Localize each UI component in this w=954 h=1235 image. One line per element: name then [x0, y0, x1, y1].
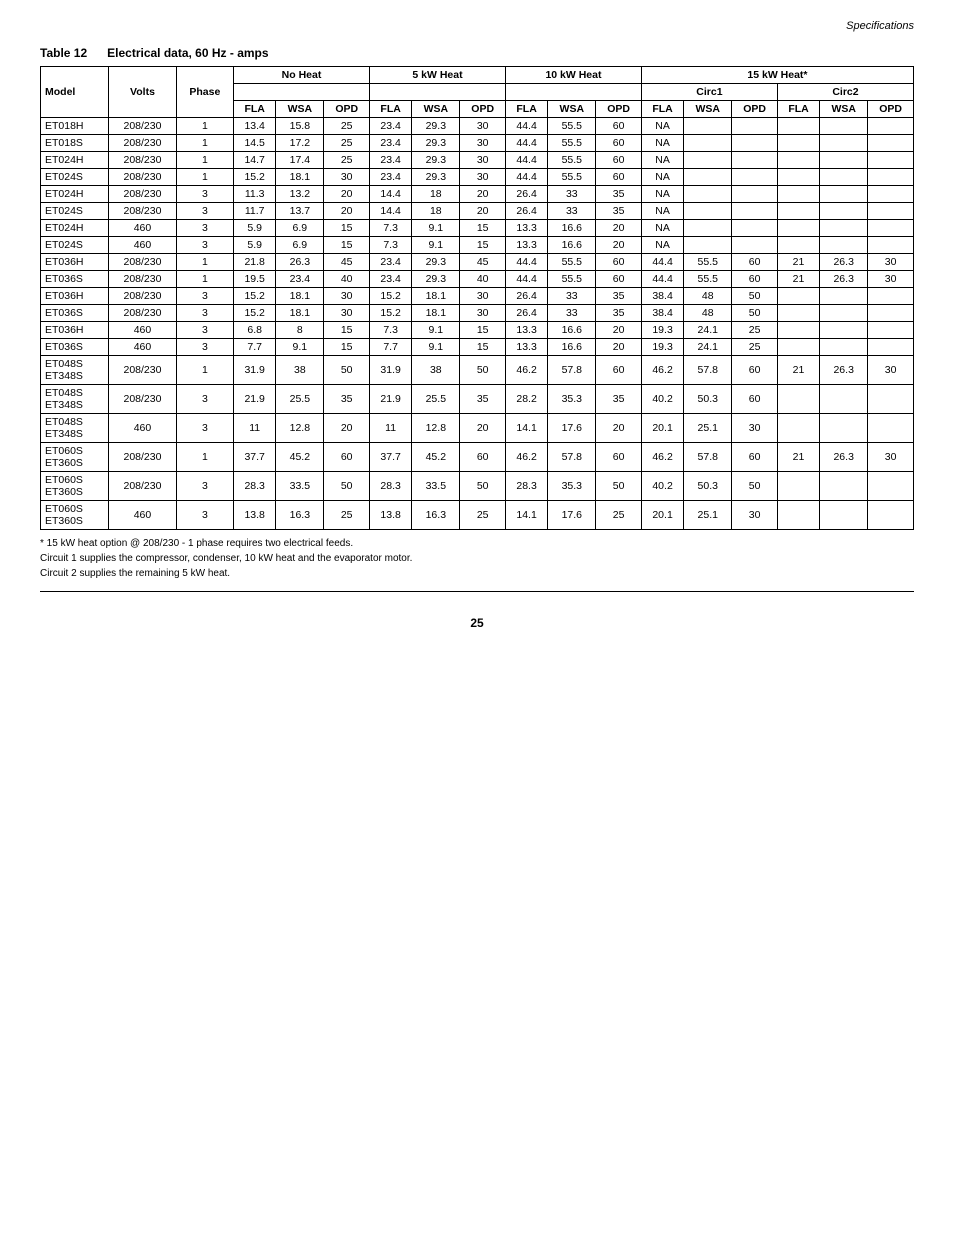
col-5kw-header: 5 kW Heat — [370, 67, 506, 84]
table-row: ET036H208/230315.218.13015.218.13026.433… — [41, 288, 914, 305]
col-circ1-header: Circ1 — [641, 84, 777, 101]
page-number: 25 — [40, 616, 914, 630]
col-noheat-header: No Heat — [234, 67, 370, 84]
h5-wsa-header: WSA — [412, 101, 460, 118]
table-row: ET036S208/230119.523.44023.429.34044.455… — [41, 271, 914, 288]
table-row: ET048S ET348S208/230321.925.53521.925.53… — [41, 385, 914, 414]
note-line: * 15 kW heat option @ 208/230 - 1 phase … — [40, 536, 914, 551]
table-subtitle: Electrical data, 60 Hz - amps — [107, 46, 268, 60]
col-volts-header: Volts — [109, 67, 176, 118]
table-title-block: Table 12 Electrical data, 60 Hz - amps — [40, 46, 914, 60]
c2-fla-header: FLA — [777, 101, 819, 118]
col-circ2-header: Circ2 — [777, 84, 913, 101]
table-row: ET024S208/230311.713.72014.4182026.43335… — [41, 203, 914, 220]
col-model-header: Model — [41, 67, 109, 118]
page-header: Specifications — [40, 20, 914, 36]
c1-fla-header: FLA — [641, 101, 683, 118]
col-10kw-spacer — [505, 84, 641, 101]
note-line: Circuit 1 supplies the compressor, conde… — [40, 551, 914, 566]
table-row: ET048S ET348S208/230131.9385031.9385046.… — [41, 356, 914, 385]
c2-opd-header: OPD — [868, 101, 914, 118]
nh-wsa-header: WSA — [276, 101, 324, 118]
header-row-1: Model Volts Phase No Heat 5 kW Heat 10 k… — [41, 67, 914, 84]
col-phase-header: Phase — [176, 67, 233, 118]
table-row: ET036S46037.79.1157.79.11513.316.62019.3… — [41, 339, 914, 356]
page-footer: 25 — [40, 591, 914, 630]
c1-wsa-header: WSA — [684, 101, 732, 118]
table-row: ET036S208/230315.218.13015.218.13026.433… — [41, 305, 914, 322]
electrical-data-table: Model Volts Phase No Heat 5 kW Heat 10 k… — [40, 66, 914, 530]
note-line: Circuit 2 supplies the remaining 5 kW he… — [40, 566, 914, 581]
table-row: ET036H208/230121.826.34523.429.34544.455… — [41, 254, 914, 271]
table-row: ET048S ET348S46031112.8201112.82014.117.… — [41, 414, 914, 443]
table-row: ET060S ET360S460313.816.32513.816.32514.… — [41, 501, 914, 530]
nh-fla-header: FLA — [234, 101, 276, 118]
nh-opd-header: OPD — [324, 101, 370, 118]
table-label: Table 12 — [40, 46, 87, 60]
table-row: ET024H208/230114.717.42523.429.33044.455… — [41, 152, 914, 169]
table-row: ET036H46036.88157.39.11513.316.62019.324… — [41, 322, 914, 339]
h5-opd-header: OPD — [460, 101, 506, 118]
h10-opd-header: OPD — [596, 101, 642, 118]
table-row: ET018H208/230113.415.82523.429.33044.455… — [41, 118, 914, 135]
c1-opd-header: OPD — [732, 101, 778, 118]
col-noheat-spacer — [234, 84, 370, 101]
table-row: ET018S208/230114.517.22523.429.33044.455… — [41, 135, 914, 152]
col-15kw-header: 15 kW Heat* — [641, 67, 913, 84]
col-10kw-header: 10 kW Heat — [505, 67, 641, 84]
h10-wsa-header: WSA — [548, 101, 596, 118]
col-5kw-spacer — [370, 84, 506, 101]
h10-fla-header: FLA — [505, 101, 547, 118]
table-row: ET060S ET360S208/230137.745.26037.745.26… — [41, 443, 914, 472]
table-row: ET024H208/230311.313.22014.4182026.43335… — [41, 186, 914, 203]
c2-wsa-header: WSA — [820, 101, 868, 118]
h5-fla-header: FLA — [370, 101, 412, 118]
table-row: ET024S46035.96.9157.39.11513.316.620NA — [41, 237, 914, 254]
table-row: ET024S208/230115.218.13023.429.33044.455… — [41, 169, 914, 186]
table-row: ET024H46035.96.9157.39.11513.316.620NA — [41, 220, 914, 237]
notes-section: * 15 kW heat option @ 208/230 - 1 phase … — [40, 536, 914, 581]
table-row: ET060S ET360S208/230328.333.55028.333.55… — [41, 472, 914, 501]
